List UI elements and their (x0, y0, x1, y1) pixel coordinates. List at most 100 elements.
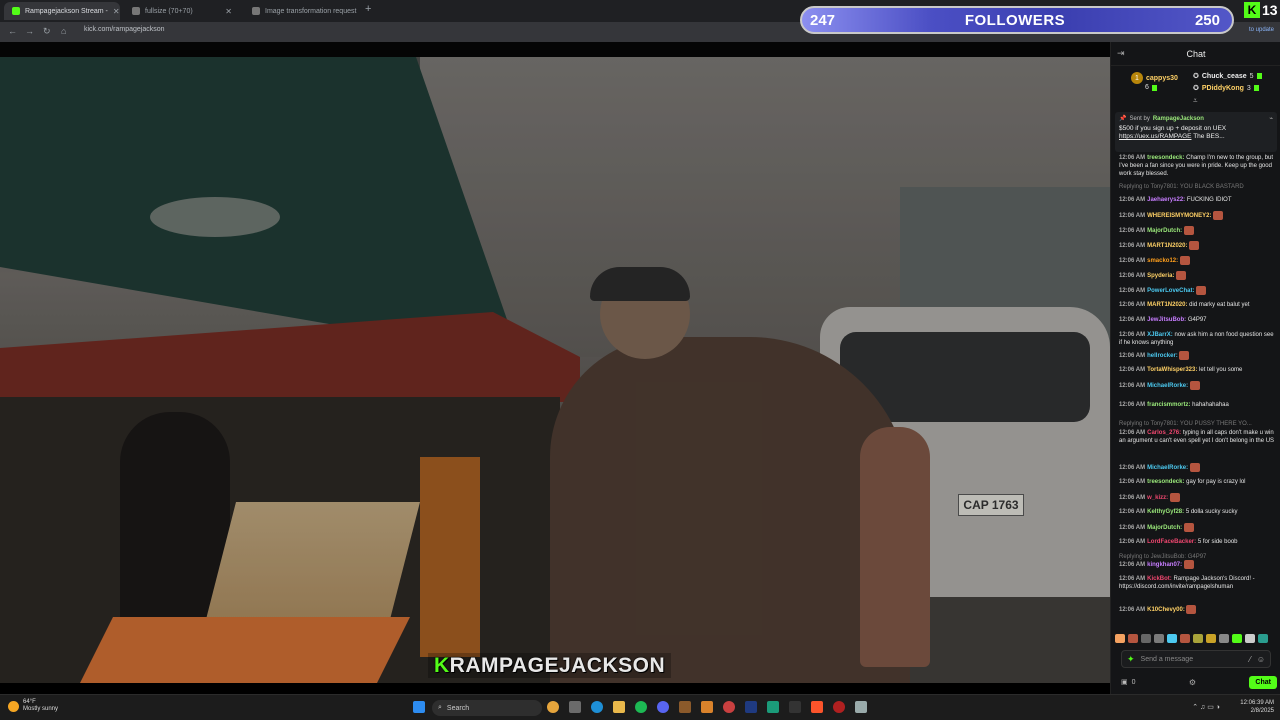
new-tab-plus-icon[interactable]: + (365, 3, 371, 15)
tab-kick-stream[interactable]: Rampagejackson Stream - ✕ (4, 2, 120, 20)
chat-message[interactable]: 12:06 AM JewJitsuBob: G4P97 (1119, 316, 1275, 324)
emote-icon[interactable] (1258, 633, 1268, 643)
chat-message[interactable]: 12:06 AM kingkhan07: (1119, 560, 1275, 569)
weather-widget[interactable]: 64°F Mostly sunny (8, 699, 58, 713)
close-tab-icon[interactable]: ✕ (113, 7, 120, 16)
message-username[interactable]: MajorDutch: (1147, 228, 1182, 234)
url-field[interactable]: kick.com/rampagejackson (84, 26, 165, 33)
message-username[interactable]: TortaWhisper323: (1147, 367, 1197, 373)
photoshop-icon[interactable] (745, 701, 757, 713)
brave-icon[interactable] (811, 701, 823, 713)
chat-message[interactable]: 12:06 AM K10Chevy00: (1119, 605, 1275, 614)
chat-message[interactable]: 12:06 AM KelthyGyf28: 5 dolla sucky sucky (1119, 508, 1275, 516)
chat-message[interactable]: 12:06 AM PowerLoveChat: (1119, 286, 1275, 295)
discord-icon[interactable] (657, 701, 669, 713)
emote-icon[interactable] (1180, 633, 1190, 643)
chat-message[interactable]: 12:06 AM w_kizz: (1119, 493, 1275, 502)
back-arrow-icon[interactable]: ← (8, 26, 17, 36)
chat-message[interactable]: 12:06 AM KickBot: Rampage Jackson's Disco… (1119, 575, 1275, 591)
chat-message[interactable]: 12:06 AM MART1N2020: (1119, 241, 1275, 250)
tab-image-transformation[interactable]: Image transformation request ✕ (244, 2, 360, 20)
emote-icon[interactable] (1232, 633, 1242, 643)
chat-message[interactable]: 12:06 AM treesondeck: Champ I'm new to th… (1119, 154, 1275, 178)
app-icon[interactable] (701, 701, 713, 713)
gear-icon[interactable]: ⚙ (1189, 678, 1196, 687)
chat-message[interactable]: 12:06 AM MajorDutch: (1119, 226, 1275, 235)
message-username[interactable]: MART1N2020: (1147, 243, 1187, 249)
message-username[interactable]: smacko12: (1147, 258, 1178, 264)
message-username[interactable]: treesondeck: (1147, 479, 1184, 485)
clock[interactable]: 12:06:39 AM 2/8/2025 (1240, 699, 1274, 715)
chat-message[interactable]: 12:06 AM MichaelRorke: (1119, 463, 1275, 472)
message-username[interactable]: WHEREISMYMONEY2: (1147, 213, 1211, 219)
chat-message[interactable]: 12:06 AM MajorDutch: (1119, 523, 1275, 532)
reload-icon[interactable]: ↻ (43, 26, 51, 37)
leaderboard-item[interactable]: ✪ Chuck_cease 5 (1193, 72, 1262, 80)
leaderboard-item[interactable]: 1 cappys30 (1131, 72, 1178, 84)
chat-message[interactable]: 12:06 AM francismmortz: hahahahahaa (1119, 401, 1275, 409)
chat-message-input[interactable]: ✦ Send a message ⁄ ☺ (1121, 650, 1271, 668)
chat-message[interactable]: 12:06 AM XJBarrX: now ask him a non food … (1119, 331, 1275, 347)
collapse-chat-icon[interactable]: ⇥ (1117, 48, 1125, 59)
app-icon[interactable] (833, 701, 845, 713)
chat-message[interactable]: 12:06 AM treesondeck: gay for pay is craz… (1119, 478, 1275, 486)
send-chat-button[interactable]: Chat (1249, 675, 1277, 689)
message-username[interactable]: MajorDutch: (1147, 525, 1182, 531)
emote-icon[interactable] (1115, 633, 1125, 643)
chat-message[interactable]: 12:06 AM hellrocker: (1119, 351, 1275, 360)
emote-icon[interactable] (1219, 633, 1229, 643)
chat-message[interactable]: 12:06 AM Carlos_276: typing in all caps d… (1119, 429, 1275, 445)
message-username[interactable]: treesondeck: (1147, 155, 1184, 161)
update-button[interactable]: to update (1249, 27, 1274, 33)
emote-icon[interactable] (1206, 633, 1216, 643)
app-icon[interactable] (679, 701, 691, 713)
message-username[interactable]: Spyderia: (1147, 273, 1174, 279)
spotify-icon[interactable] (635, 701, 647, 713)
message-username[interactable]: w_kizz: (1147, 495, 1168, 501)
emote-icon[interactable] (1128, 633, 1138, 643)
taskbar-search[interactable]: ⌕ Search (432, 700, 542, 716)
message-username[interactable]: K10Chevy00: (1147, 607, 1185, 613)
emote-icon[interactable] (1193, 633, 1203, 643)
emoji-picker-icon[interactable]: ☺ (1257, 655, 1265, 664)
message-username[interactable]: francismmortz: (1147, 402, 1190, 408)
terminal-icon[interactable] (789, 701, 801, 713)
message-username[interactable]: JewJitsuBob: (1147, 317, 1186, 323)
chat-message[interactable]: 12:06 AM MART1N2020: did marky eat balut … (1119, 301, 1275, 309)
app-icon[interactable] (767, 701, 779, 713)
forward-arrow-icon[interactable]: → (25, 26, 34, 36)
app-icon[interactable] (723, 701, 735, 713)
tab-fullsize[interactable]: fullsize (70+70) ✕ (124, 2, 240, 20)
expand-leaderboard-icon[interactable]: ⩡ (1193, 96, 1198, 106)
file-explorer-icon[interactable] (613, 701, 625, 713)
task-view-icon[interactable] (569, 701, 581, 713)
app-icon[interactable] (855, 701, 867, 713)
message-username[interactable]: Jaehaerys22: (1147, 197, 1185, 203)
message-username[interactable]: PowerLoveChat: (1147, 288, 1194, 294)
emote-icon[interactable] (1154, 633, 1164, 643)
chrome-icon[interactable] (547, 701, 559, 713)
close-tab-icon[interactable]: ✕ (225, 7, 232, 16)
unpin-icon[interactable]: ⌁ (1269, 115, 1273, 122)
windows-start-icon[interactable] (413, 701, 425, 713)
emote-icon[interactable] (1167, 633, 1177, 643)
stream-video[interactable]: CAP 1763 (0, 57, 1110, 683)
pinned-link[interactable]: https://uex.us/RAMPAGE (1119, 133, 1192, 140)
message-username[interactable]: Carlos_276: (1147, 430, 1181, 436)
message-username[interactable]: hellrocker: (1147, 353, 1178, 359)
chat-message[interactable]: 12:06 AM MichaelRorke: (1119, 381, 1275, 390)
slash-command-icon[interactable]: ⁄ (1249, 655, 1250, 664)
leaderboard-item[interactable]: ✪ PDiddyKong 3 (1193, 84, 1259, 92)
home-icon[interactable]: ⌂ (61, 26, 66, 36)
message-username[interactable]: XJBarrX: (1147, 332, 1173, 338)
emote-icon[interactable] (1245, 633, 1255, 643)
message-username[interactable]: MichaelRorke: (1147, 465, 1188, 471)
message-username[interactable]: MichaelRorke: (1147, 383, 1188, 389)
chat-message[interactable]: 12:06 AM smacko12: (1119, 256, 1275, 265)
emote-icon[interactable] (1141, 633, 1151, 643)
message-username[interactable]: kingkhan07: (1147, 562, 1182, 568)
chat-message[interactable]: 12:06 AM WHEREISMYMONEY2: (1119, 211, 1275, 220)
chat-message[interactable]: 12:06 AM TortaWhisper323: let tell you so… (1119, 366, 1275, 374)
chat-message[interactable]: 12:06 AM Jaehaerys22: FUCKING IDIOT (1119, 196, 1275, 204)
message-username[interactable]: LordFaceBacker: (1147, 539, 1196, 545)
